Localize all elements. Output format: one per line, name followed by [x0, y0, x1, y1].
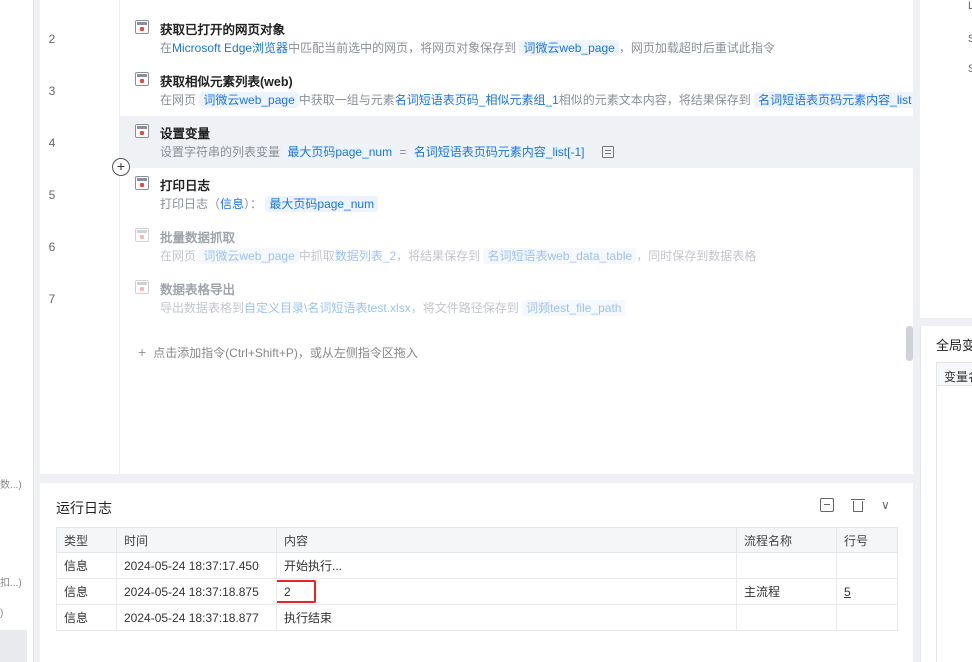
chevron-down-icon[interactable]: ∨	[881, 498, 895, 512]
step-title: 获取已打开的网页对象	[160, 23, 286, 37]
line-number: 7	[48, 292, 56, 306]
column-content: 内容	[276, 527, 737, 553]
column-type: 类型	[56, 527, 117, 553]
step-title: 获取相似元素列表(web)	[160, 75, 293, 89]
table-row[interactable]: 信息 2024-05-24 18:37:18.875 2 主流程 5	[56, 578, 898, 605]
table-row[interactable]: 信息 2024-05-24 18:37:17.450 开始执行...	[56, 552, 898, 579]
line-number: 2	[48, 32, 56, 46]
column-flow-name: 流程名称	[736, 527, 837, 553]
step-title: 批量数据抓取	[160, 231, 236, 245]
log-time: 2024-05-24 18:37:18.877	[116, 604, 277, 631]
left-panel-selected-item[interactable]	[0, 630, 27, 662]
step-description: 导出数据表格到自定义目录\名词短语表test.xlsx，将文件路径保存到 词频t…	[160, 299, 626, 316]
log-time: 2024-05-24 18:37:18.875	[116, 578, 277, 605]
step-title: 数据表格导出	[160, 283, 236, 297]
step-print-log[interactable]: 打印日志 打印日志（信息）： 最大页码page_num	[120, 156, 913, 212]
left-panel-fragment: 数...)	[0, 480, 22, 491]
panel-scrollbar[interactable]	[906, 326, 913, 361]
right-panel-glyph: S	[968, 63, 972, 75]
log-table: 类型 时间 内容 流程名称 行号 信息 2024-05-24 18:37:17.…	[56, 527, 898, 631]
log-time: 2024-05-24 18:37:17.450	[116, 552, 277, 579]
log-line	[836, 552, 898, 579]
step-description: 在网页 词微云web_page 中获取一组与元素名词短语表页码_相似元素组_1相似…	[160, 91, 913, 108]
global-variables-title: 全局变	[936, 338, 972, 353]
variable-list	[936, 386, 972, 662]
plus-icon: +	[138, 344, 147, 360]
line-number: 6	[48, 240, 56, 254]
log-type: 信息	[56, 604, 117, 631]
log-line-link[interactable]: 5	[836, 578, 898, 605]
variable-chip[interactable]: 词频test_file_path	[522, 300, 626, 316]
column-line: 行号	[836, 527, 898, 553]
trash-icon[interactable]	[850, 498, 865, 512]
step-export-table[interactable]: 数据表格导出 导出数据表格到自定义目录\名词短语表test.xlsx，将文件路径…	[120, 260, 913, 316]
highlight-box	[277, 580, 316, 603]
line-number-gutter: 2 3 4 5 6 7	[40, 0, 120, 474]
log-flow	[736, 604, 837, 631]
log-flow: 主流程	[736, 578, 837, 605]
step-title: 设置变量	[160, 127, 211, 141]
add-command-hint[interactable]: + 点击添加指令(Ctrl+Shift+P)，或从左侧指令区拖入	[138, 344, 418, 361]
step-get-webpage[interactable]: 获取已打开的网页对象 在Microsoft Edge浏览器中匹配当前选中的网页，…	[120, 0, 913, 56]
log-content: 开始执行...	[276, 552, 737, 579]
log-toolbar: ∨	[805, 497, 895, 512]
variable-name-header[interactable]: 变量名	[936, 362, 972, 386]
log-content: 执行结束	[276, 604, 737, 631]
insert-step-button[interactable]: +	[112, 158, 130, 176]
file-export-icon	[135, 280, 149, 294]
table-row[interactable]: 信息 2024-05-24 18:37:18.877 执行结束	[56, 604, 898, 631]
variable-icon	[135, 124, 149, 138]
step-title: 打印日志	[160, 179, 211, 193]
log-type: 信息	[56, 552, 117, 579]
log-type: 信息	[56, 578, 117, 605]
right-panel-glyph: S	[968, 33, 972, 45]
data-scrape-icon	[135, 228, 149, 242]
browser-icon	[135, 20, 149, 34]
variable-chip[interactable]: 名词短语表页码元素内容_list	[754, 92, 913, 108]
left-command-panel: 数...) 扣...) )	[0, 0, 34, 662]
flow-editor: 2 3 4 5 6 7 获取已打开的网页对象 在Microsoft Edge浏览…	[40, 0, 953, 474]
column-time: 时间	[116, 527, 277, 553]
line-number: 4	[48, 136, 56, 150]
left-panel-fragment: 扣...)	[0, 578, 22, 589]
line-number: 5	[48, 188, 56, 202]
log-table-header: 类型 时间 内容 流程名称 行号	[56, 527, 898, 553]
right-panel-glyph: L	[968, 0, 972, 12]
log-line	[836, 604, 898, 631]
panel-divider	[920, 318, 972, 326]
run-log-panel: 运行日志 ∨ 类型 时间 内容 流程名称 行号 信息 2024-05-24 18…	[40, 483, 913, 662]
right-top-panel: L S S	[920, 0, 972, 318]
printer-icon	[135, 176, 149, 190]
run-log-title: 运行日志	[56, 500, 112, 516]
export-log-icon[interactable]	[820, 497, 835, 512]
variable-chip[interactable]: 词微云web_page	[199, 92, 299, 108]
step-batch-scrape[interactable]: 批量数据抓取 在网页 词微云web_page 中抓取数据列表_2，将结果保存到 名…	[120, 208, 913, 264]
left-panel-fragment: )	[0, 608, 4, 619]
list-element-icon	[135, 72, 149, 86]
log-flow	[736, 552, 837, 579]
step-list: 获取已打开的网页对象 在Microsoft Edge浏览器中匹配当前选中的网页，…	[120, 0, 913, 474]
step-get-similar-elements[interactable]: 获取相似元素列表(web) 在网页 词微云web_page 中获取一组与元素名词短…	[120, 52, 913, 108]
line-number: 3	[48, 84, 56, 98]
log-content-highlighted: 2	[276, 578, 737, 605]
